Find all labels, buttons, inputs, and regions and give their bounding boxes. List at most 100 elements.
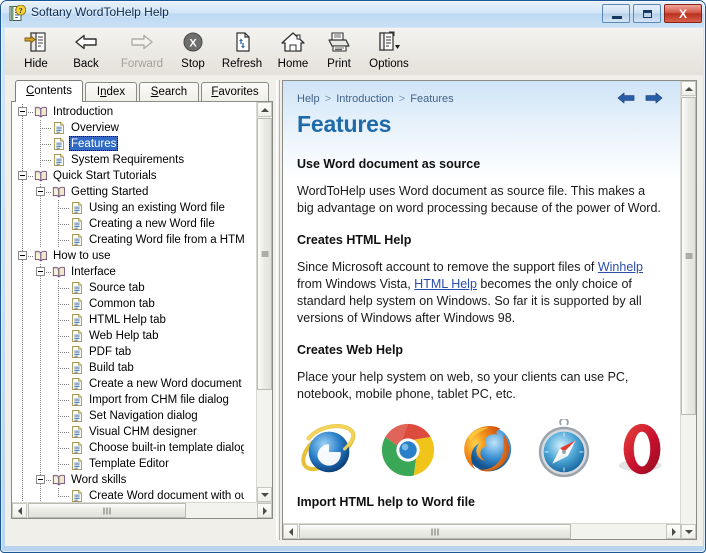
tree-item[interactable]: Using an existing Word file bbox=[12, 200, 244, 216]
minimize-button[interactable] bbox=[602, 4, 630, 23]
page-icon bbox=[70, 201, 84, 215]
winhelp-link[interactable]: Winhelp bbox=[598, 260, 643, 274]
tree-item-label: Choose built-in template dialog bbox=[87, 440, 244, 455]
toolbar-button-stop[interactable]: X Stop bbox=[171, 30, 215, 74]
breadcrumb-item[interactable]: Features bbox=[410, 93, 453, 105]
close-button[interactable]: X bbox=[664, 4, 702, 23]
scroll-up-button[interactable] bbox=[681, 81, 696, 96]
tree-item[interactable]: Word skills bbox=[12, 472, 244, 488]
tree-expander[interactable] bbox=[18, 251, 27, 260]
page-icon bbox=[70, 409, 84, 423]
tree-vertical-scrollbar[interactable] bbox=[256, 102, 272, 502]
toolbar-label: Stop bbox=[171, 57, 215, 71]
content-horizontal-scrollbar[interactable] bbox=[283, 523, 681, 539]
html-help-link[interactable]: HTML Help bbox=[414, 277, 477, 291]
tree-item[interactable]: Choose built-in template dialog bbox=[12, 440, 244, 456]
tree-item[interactable]: Web Help tab bbox=[12, 328, 244, 344]
tree-item[interactable]: Create a new Word document bbox=[12, 376, 244, 392]
tree-guide bbox=[40, 360, 41, 376]
toolbar-button-home[interactable]: Home bbox=[269, 30, 317, 74]
page-icon bbox=[70, 345, 84, 359]
content-hscroll-thumb[interactable] bbox=[299, 524, 571, 539]
tree-item[interactable]: Build tab bbox=[12, 360, 244, 376]
book-icon bbox=[34, 105, 48, 119]
tree-item[interactable]: How to use bbox=[12, 248, 244, 264]
tab-search[interactable]: Search bbox=[139, 82, 199, 102]
right-arrow-icon[interactable] bbox=[645, 91, 663, 110]
tree-item[interactable]: Overview bbox=[12, 120, 244, 136]
tree-horizontal-scrollbar[interactable] bbox=[12, 502, 272, 518]
scroll-left-button[interactable] bbox=[12, 503, 27, 518]
toolbar-button-back[interactable]: Back bbox=[63, 30, 109, 74]
content-scroll-thumb[interactable] bbox=[681, 97, 696, 415]
breadcrumb-separator: > bbox=[399, 93, 405, 105]
tree-guide bbox=[40, 312, 41, 328]
tree-item[interactable]: Getting Started bbox=[12, 184, 244, 200]
breadcrumb-item[interactable]: Help bbox=[297, 93, 320, 105]
tree-guide bbox=[40, 280, 41, 296]
document-view: Help > Introduction > Features bbox=[283, 81, 681, 523]
maximize-button[interactable] bbox=[633, 4, 661, 23]
tree-guide bbox=[58, 304, 69, 305]
toolbar-button-options[interactable]: Options bbox=[361, 30, 417, 74]
tree-expander[interactable] bbox=[18, 107, 27, 116]
tab-label: Search bbox=[151, 86, 187, 98]
tree-guide bbox=[40, 456, 41, 472]
tab-index[interactable]: Index bbox=[85, 82, 137, 102]
toolbar-button-print[interactable]: Print bbox=[317, 30, 361, 74]
tree-item[interactable]: Creating a new Word file bbox=[12, 216, 244, 232]
tree-item[interactable]: Import from CHM file dialog bbox=[12, 392, 244, 408]
toolbar-button-refresh[interactable]: Refresh bbox=[215, 30, 269, 74]
tree-guide bbox=[40, 440, 41, 456]
tree-item[interactable]: Common tab bbox=[12, 296, 244, 312]
tree-expander[interactable] bbox=[36, 267, 45, 276]
scroll-down-button[interactable] bbox=[257, 487, 272, 502]
page-icon bbox=[70, 441, 84, 455]
tree-guide bbox=[58, 400, 69, 401]
tree-item[interactable]: PDF tab bbox=[12, 344, 244, 360]
tree-expander[interactable] bbox=[18, 171, 27, 180]
toolbar-button-forward[interactable]: Forward bbox=[113, 30, 171, 74]
tree-item[interactable]: Interface bbox=[12, 264, 244, 280]
tree-guide bbox=[22, 216, 23, 232]
tree-scroll-thumb[interactable] bbox=[257, 118, 272, 390]
breadcrumb-item[interactable]: Introduction bbox=[336, 93, 393, 105]
tree-expander[interactable] bbox=[36, 187, 45, 196]
scroll-right-button[interactable] bbox=[257, 503, 272, 518]
tab-contents[interactable]: Contents bbox=[15, 80, 83, 102]
scroll-right-button[interactable] bbox=[666, 524, 681, 539]
left-arrow-icon[interactable] bbox=[617, 91, 635, 110]
tree-hscroll-thumb[interactable] bbox=[28, 503, 186, 518]
window-title: Softany WordToHelp Help bbox=[31, 5, 169, 19]
scroll-up-button[interactable] bbox=[257, 102, 272, 117]
tree-guide bbox=[22, 392, 23, 408]
toolbar-button-hide[interactable]: Hide bbox=[13, 30, 59, 74]
tree-item[interactable]: Creating Word file from a HTML bbox=[12, 232, 244, 248]
toolbar-label: Forward bbox=[113, 57, 171, 71]
tree-expander[interactable] bbox=[36, 475, 45, 484]
tree-guide bbox=[40, 328, 41, 344]
tree-item[interactable]: Introduction bbox=[12, 104, 244, 120]
tree-guide bbox=[58, 448, 69, 449]
tree-guide bbox=[40, 344, 41, 360]
tree-item[interactable]: Set Navigation dialog bbox=[12, 408, 244, 424]
tree-item[interactable]: Source tab bbox=[12, 280, 244, 296]
page-icon bbox=[70, 425, 84, 439]
tree-item[interactable]: HTML Help tab bbox=[12, 312, 244, 328]
content-vertical-scrollbar[interactable] bbox=[680, 81, 696, 539]
tree-item[interactable]: Template Editor bbox=[12, 456, 244, 472]
tree-guide bbox=[22, 296, 23, 312]
tree-item-label: Getting Started bbox=[69, 184, 150, 199]
forward-arrow-icon bbox=[113, 30, 171, 55]
tree-item[interactable]: Visual CHM designer bbox=[12, 424, 244, 440]
tree-item-label: How to use bbox=[51, 248, 113, 263]
tree-item[interactable]: System Requirements bbox=[12, 152, 244, 168]
tree-item[interactable]: Quick Start Tutorials bbox=[12, 168, 244, 184]
scroll-left-button[interactable] bbox=[283, 524, 298, 539]
scroll-down-button[interactable] bbox=[681, 524, 696, 539]
tab-favorites[interactable]: Favorites bbox=[201, 82, 269, 102]
page-icon bbox=[70, 313, 84, 327]
browser-icons-row bbox=[297, 419, 665, 481]
tree-item[interactable]: Features bbox=[12, 136, 244, 152]
pane-splitter[interactable] bbox=[275, 80, 281, 540]
